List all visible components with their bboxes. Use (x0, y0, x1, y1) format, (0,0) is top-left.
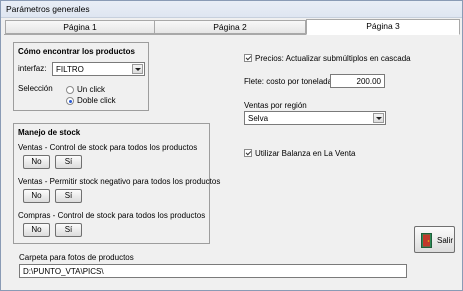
stock-row-label: Ventas - Permitir stock negativo para to… (18, 177, 221, 186)
productos-group-title: Cómo encontrar los productos (18, 47, 135, 56)
fotos-path-value: D:\PUNTO_VTA\PICS\ (23, 267, 104, 276)
stock-row-3-no-button[interactable]: No (23, 223, 50, 237)
stock-row-1-si-button[interactable]: Sí (55, 155, 82, 169)
titlebar: Parámetros generales (1, 1, 462, 18)
productos-group: Cómo encontrar los productos interfaz: F… (13, 42, 149, 111)
ventas-region-select[interactable]: Selva (244, 111, 386, 125)
tab-pagina-1[interactable]: Página 1 (5, 20, 155, 34)
flete-input-value: 200.00 (356, 77, 381, 86)
radio-doble-click-label[interactable]: Doble click (77, 96, 116, 105)
interfaz-select-value: FILTRO (56, 65, 84, 74)
flete-input[interactable]: 200.00 (330, 74, 385, 88)
precios-label[interactable]: Precios: Actualizar submúltiplos en casc… (255, 54, 411, 63)
flete-label: Flete: costo por tonelada (244, 77, 333, 86)
tab-pagina-3[interactable]: Página 3 (306, 19, 460, 35)
radio-un-click[interactable] (66, 86, 74, 94)
stock-group-title: Manejo de stock (18, 128, 81, 137)
stock-row-2-no-button[interactable]: No (23, 189, 50, 203)
salir-button[interactable]: Salir (414, 226, 455, 253)
chevron-down-icon[interactable] (373, 113, 384, 123)
stock-group: Manejo de stock Ventas - Control de stoc… (13, 123, 220, 244)
interfaz-label: interfaz: (18, 64, 47, 73)
balanza-label[interactable]: Utilizar Balanza en La Venta (255, 149, 356, 158)
chevron-down-icon[interactable] (132, 64, 143, 74)
radio-doble-click[interactable] (66, 97, 74, 105)
salir-label: Salir (437, 236, 454, 245)
interfaz-select[interactable]: FILTRO (52, 62, 145, 76)
fotos-label: Carpeta para fotos de productos (19, 253, 134, 262)
balanza-checkbox[interactable] (244, 149, 252, 157)
window-title: Parámetros generales (6, 4, 90, 14)
seleccion-label: Selección (18, 84, 53, 93)
fotos-path-input[interactable]: D:\PUNTO_VTA\PICS\ (19, 264, 407, 278)
stock-row-label: Ventas - Control de stock para todos los… (18, 143, 198, 152)
radio-un-click-label[interactable]: Un click (77, 85, 105, 94)
ventas-region-value: Selva (248, 114, 269, 123)
stock-row-2-si-button[interactable]: Sí (55, 189, 82, 203)
stock-row-label: Compras - Control de stock para todos lo… (18, 211, 206, 220)
tab-panel: Cómo encontrar los productos interfaz: F… (4, 34, 460, 286)
stock-row-1-no-button[interactable]: No (23, 155, 50, 169)
ventas-region-label: Ventas por región (244, 101, 307, 110)
stock-row-3-si-button[interactable]: Sí (55, 223, 82, 237)
window: Parámetros generales Página 1 Página 2 P… (0, 0, 463, 291)
exit-door-icon (421, 233, 432, 248)
tab-pagina-2[interactable]: Página 2 (154, 20, 306, 34)
precios-checkbox[interactable] (244, 54, 252, 62)
